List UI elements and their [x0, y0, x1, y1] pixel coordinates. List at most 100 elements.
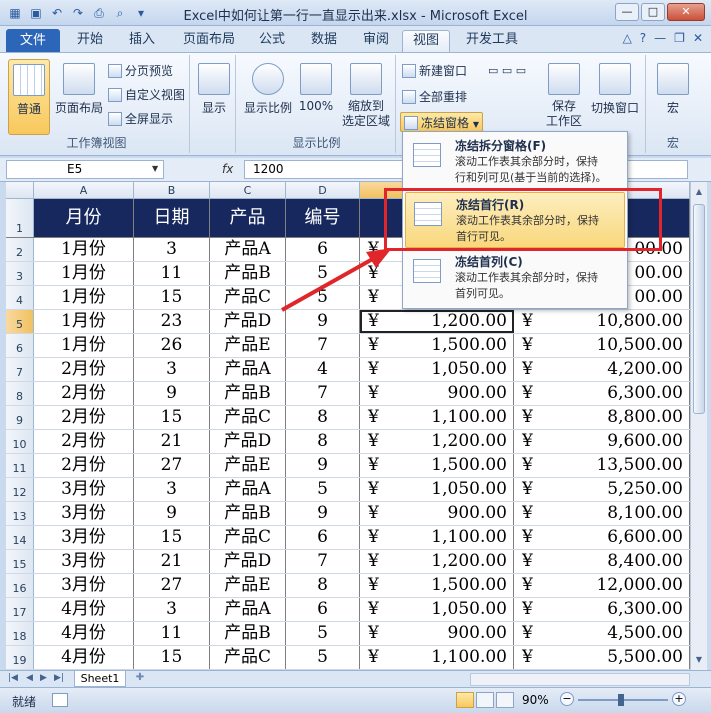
cell-month[interactable]: 4月份: [34, 646, 134, 669]
cell-date[interactable]: 3: [134, 478, 210, 501]
cell-price[interactable]: ¥900.00: [360, 622, 514, 645]
scroll-thumb[interactable]: [693, 204, 705, 414]
cell-id[interactable]: 4: [286, 358, 360, 381]
page-layout-button[interactable]: 页面布局: [52, 59, 106, 116]
page-break-status-button[interactable]: [496, 692, 514, 708]
cell-product[interactable]: 产品C: [210, 526, 286, 549]
help-icon[interactable]: ?: [640, 31, 646, 45]
row-number[interactable]: 1: [6, 199, 34, 237]
vertical-scrollbar[interactable]: ▲ ▼: [690, 182, 707, 670]
maximize-button[interactable]: □: [641, 3, 665, 21]
cell-price[interactable]: ¥1,200.00: [360, 550, 514, 573]
cell-month[interactable]: 3月份: [34, 574, 134, 597]
row-number[interactable]: 15: [6, 550, 34, 573]
select-all-corner[interactable]: [6, 182, 34, 198]
macro-record-icon[interactable]: [52, 693, 68, 707]
row-number[interactable]: 6: [6, 334, 34, 357]
cell-amount[interactable]: ¥6,300.00: [514, 382, 690, 405]
cell-product[interactable]: 产品B: [210, 382, 286, 405]
cell-month[interactable]: 3月份: [34, 502, 134, 525]
cell-id[interactable]: 5: [286, 622, 360, 645]
cell-date[interactable]: 26: [134, 334, 210, 357]
tab-home[interactable]: 开始: [70, 30, 110, 52]
cell-date[interactable]: 15: [134, 526, 210, 549]
full-screen-button[interactable]: 全屏显示: [108, 109, 173, 129]
cell-amount[interactable]: ¥4,500.00: [514, 622, 690, 645]
cell-price[interactable]: ¥1,100.00: [360, 646, 514, 669]
cell-date[interactable]: 27: [134, 454, 210, 477]
tab-page-layout[interactable]: 页面布局: [174, 30, 244, 52]
cell-amount[interactable]: ¥10,500.00: [514, 334, 690, 357]
row-number[interactable]: 4: [6, 286, 34, 309]
cell-product[interactable]: 产品A: [210, 478, 286, 501]
cell-id[interactable]: 6: [286, 598, 360, 621]
cell-product[interactable]: 产品D: [210, 430, 286, 453]
cell-date[interactable]: 9: [134, 382, 210, 405]
row-number[interactable]: 18: [6, 622, 34, 645]
window-restore-icon[interactable]: ❐: [674, 31, 685, 45]
cell-id[interactable]: 8: [286, 430, 360, 453]
cell-product[interactable]: 产品A: [210, 238, 286, 261]
cell-date[interactable]: 21: [134, 550, 210, 573]
cell-month[interactable]: 2月份: [34, 406, 134, 429]
row-number[interactable]: 19: [6, 646, 34, 669]
cell-price[interactable]: ¥1,500.00: [360, 454, 514, 477]
cell-product[interactable]: 产品C: [210, 286, 286, 309]
cell-amount[interactable]: ¥8,800.00: [514, 406, 690, 429]
cell-amount[interactable]: ¥8,400.00: [514, 550, 690, 573]
cell-product[interactable]: 产品B: [210, 622, 286, 645]
zoom-button[interactable]: 显示比例: [242, 59, 294, 116]
row-number[interactable]: 5: [6, 310, 34, 333]
first-sheet-icon[interactable]: |◀: [8, 673, 18, 683]
page-layout-status-button[interactable]: [476, 692, 494, 708]
zoom-to-selection-button[interactable]: 缩放到 选定区域: [338, 59, 394, 129]
cell-price[interactable]: ¥1,500.00: [360, 334, 514, 357]
tab-file[interactable]: 文件: [6, 29, 60, 52]
cell-amount[interactable]: ¥8,100.00: [514, 502, 690, 525]
sheet-tab-sheet1[interactable]: Sheet1: [74, 671, 126, 687]
cell-id[interactable]: 9: [286, 454, 360, 477]
close-button[interactable]: ✕: [667, 3, 705, 21]
cell-month[interactable]: 4月份: [34, 598, 134, 621]
cell-month[interactable]: 2月份: [34, 454, 134, 477]
minimize-button[interactable]: —: [615, 3, 639, 21]
row-number[interactable]: 16: [6, 574, 34, 597]
tab-developer[interactable]: 开发工具: [460, 30, 524, 52]
cell-date[interactable]: 15: [134, 286, 210, 309]
row-number[interactable]: 17: [6, 598, 34, 621]
zoom-slider-knob[interactable]: [618, 694, 624, 706]
normal-view-button[interactable]: 普通: [8, 59, 50, 135]
row-number[interactable]: 10: [6, 430, 34, 453]
cell-product[interactable]: 产品E: [210, 574, 286, 597]
last-sheet-icon[interactable]: ▶|: [54, 673, 64, 683]
cell-month[interactable]: 1月份: [34, 238, 134, 261]
cell-product[interactable]: 产品A: [210, 598, 286, 621]
cell-price[interactable]: ¥1,100.00: [360, 526, 514, 549]
cell-price[interactable]: ¥1,050.00: [360, 358, 514, 381]
row-number[interactable]: 8: [6, 382, 34, 405]
row-number[interactable]: 3: [6, 262, 34, 285]
cell-date[interactable]: 3: [134, 358, 210, 381]
row-number[interactable]: 9: [6, 406, 34, 429]
save-workspace-button[interactable]: 保存 工作区: [542, 59, 586, 129]
cell-month[interactable]: 3月份: [34, 550, 134, 573]
next-sheet-icon[interactable]: ▶: [40, 673, 47, 683]
cell-month[interactable]: 3月份: [34, 526, 134, 549]
normal-view-status-button[interactable]: [456, 692, 474, 708]
cell-product[interactable]: 产品C: [210, 646, 286, 669]
cell-id[interactable]: 6: [286, 238, 360, 261]
cell-amount[interactable]: ¥5,250.00: [514, 478, 690, 501]
cell-product[interactable]: 产品D: [210, 310, 286, 333]
column-header-c[interactable]: C: [210, 182, 286, 198]
prev-sheet-icon[interactable]: ◀: [26, 673, 33, 683]
cell-date[interactable]: 3: [134, 238, 210, 261]
horizontal-scrollbar[interactable]: [470, 673, 690, 686]
cell-price[interactable]: ¥900.00: [360, 382, 514, 405]
name-box[interactable]: E5: [6, 160, 164, 179]
tab-review[interactable]: 审阅: [356, 30, 396, 52]
row-number[interactable]: 12: [6, 478, 34, 501]
cell-date[interactable]: 27: [134, 574, 210, 597]
macros-button[interactable]: 宏: [654, 59, 692, 116]
cell-product[interactable]: 产品B: [210, 502, 286, 525]
cell-id[interactable]: 6: [286, 526, 360, 549]
